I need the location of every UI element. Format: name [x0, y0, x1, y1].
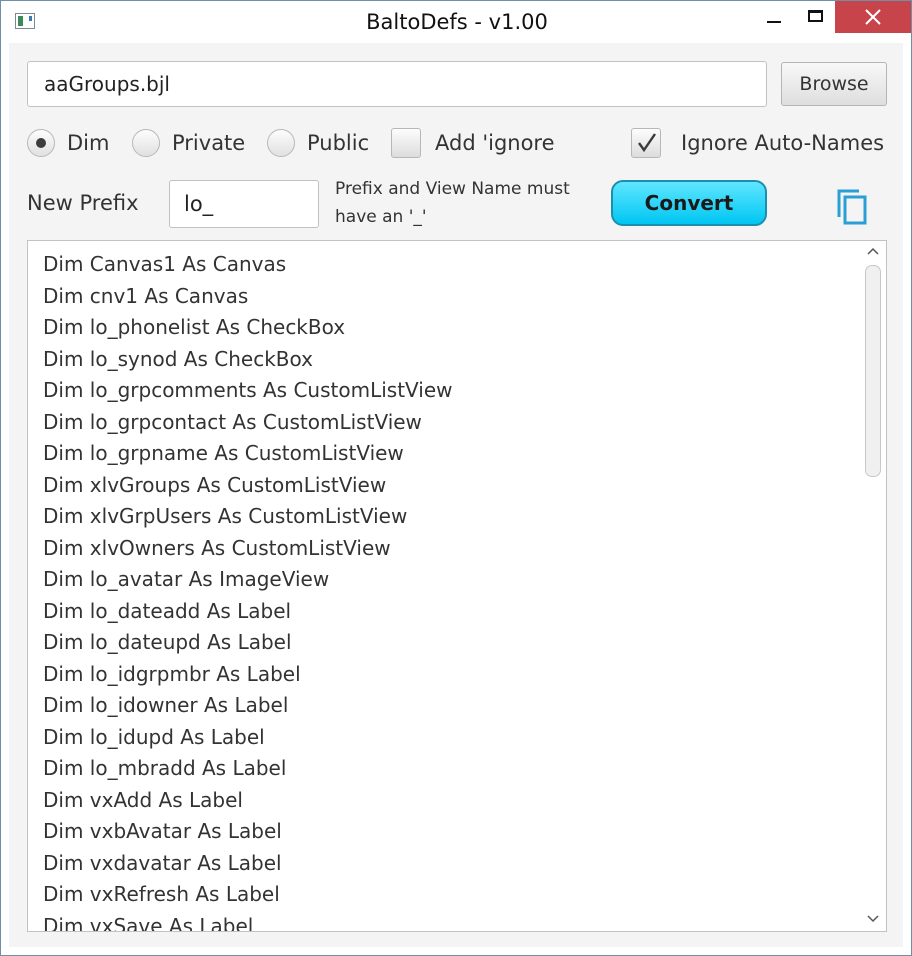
title-bar[interactable]: BaltoDefs - v1.00: [1, 1, 911, 43]
browse-button[interactable]: Browse: [781, 62, 887, 106]
list-item[interactable]: Dim lo_idgrpmbr As Label: [28, 659, 858, 691]
list-item[interactable]: Dim lo_grpname As CustomListView: [28, 438, 858, 470]
list-item[interactable]: Dim lo_grpcontact As CustomListView: [28, 407, 858, 439]
radio-public-label: Public: [307, 131, 370, 155]
app-icon[interactable]: [15, 13, 35, 29]
list-item[interactable]: Dim xlvOwners As CustomListView: [28, 533, 858, 565]
minimize-button[interactable]: [757, 1, 791, 33]
list-item[interactable]: Dim lo_avatar As ImageView: [28, 564, 858, 596]
list-item[interactable]: Dim xlvGroups As CustomListView: [28, 470, 858, 502]
list-item[interactable]: Dim vxdavatar As Label: [28, 848, 858, 880]
convert-button[interactable]: Convert: [611, 180, 767, 226]
list-item[interactable]: Dim lo_dateupd As Label: [28, 627, 858, 659]
definitions-list[interactable]: Dim Canvas1 As Canvas Dim cnv1 As Canvas D…: [27, 240, 887, 932]
vertical-scrollbar[interactable]: [860, 241, 886, 931]
ignore-auto-names-label: Ignore Auto-Names: [681, 131, 885, 155]
list-item[interactable]: Dim lo_dateadd As Label: [28, 596, 858, 628]
prefix-hint: Prefix and View Name must have an '_': [335, 179, 570, 227]
new-prefix-input[interactable]: [169, 180, 319, 228]
list-item[interactable]: Dim lo_mbradd As Label: [28, 753, 858, 785]
copy-icon[interactable]: [835, 187, 871, 227]
radio-public-indicator[interactable]: [267, 129, 295, 157]
app-window: BaltoDefs - v1.00 Browse Dim Private Pub…: [0, 0, 912, 956]
scroll-up-button[interactable]: [860, 241, 886, 263]
close-icon: [865, 9, 881, 25]
radio-private-label: Private: [172, 131, 246, 155]
maximize-button[interactable]: [799, 1, 833, 33]
chevron-down-icon: [867, 915, 879, 923]
scroll-down-button[interactable]: [860, 909, 886, 931]
radio-dim[interactable]: Dim: [27, 127, 109, 159]
list-item[interactable]: Dim lo_idupd As Label: [28, 722, 858, 754]
add-ignore-label: Add 'ignore: [435, 131, 555, 155]
list-item[interactable]: Dim vxbAvatar As Label: [28, 816, 858, 848]
list-item[interactable]: Dim lo_idowner As Label: [28, 690, 858, 722]
list-item[interactable]: Dim lo_phonelist As CheckBox: [28, 312, 858, 344]
list-item[interactable]: Dim xlvGrpUsers As CustomListView: [28, 501, 858, 533]
list-item[interactable]: Dim cnv1 As Canvas: [28, 281, 858, 313]
new-prefix-label: New Prefix: [27, 191, 139, 215]
list-item[interactable]: Dim vxAdd As Label: [28, 785, 858, 817]
main-panel: Browse Dim Private Public Add 'ignore Ig…: [9, 43, 903, 947]
chevron-up-icon: [867, 247, 879, 255]
radio-dim-label: Dim: [67, 131, 110, 155]
file-path-input[interactable]: [27, 61, 767, 107]
list-item[interactable]: Dim vxRefresh As Label: [28, 879, 858, 911]
list-item[interactable]: Dim lo_synod As CheckBox: [28, 344, 858, 376]
list-item[interactable]: Dim Canvas1 As Canvas: [28, 249, 858, 281]
radio-private[interactable]: Private: [132, 127, 245, 159]
add-ignore-checkbox[interactable]: Add 'ignore: [391, 127, 555, 159]
definitions-items: Dim Canvas1 As Canvas Dim cnv1 As Canvas D…: [28, 249, 858, 932]
radio-dim-indicator[interactable]: [27, 129, 55, 157]
add-ignore-box[interactable]: [391, 128, 421, 158]
ignore-auto-names-checkbox[interactable]: Ignore Auto-Names: [631, 127, 884, 159]
radio-private-indicator[interactable]: [132, 129, 160, 157]
close-button[interactable]: [835, 1, 911, 33]
radio-public[interactable]: Public: [267, 127, 369, 159]
list-item[interactable]: Dim vxSave As Label: [28, 911, 858, 932]
checkmark-icon: [638, 133, 656, 153]
scroll-thumb[interactable]: [865, 265, 881, 477]
ignore-auto-names-box[interactable]: [631, 128, 661, 158]
list-item[interactable]: Dim lo_grpcomments As CustomListView: [28, 375, 858, 407]
